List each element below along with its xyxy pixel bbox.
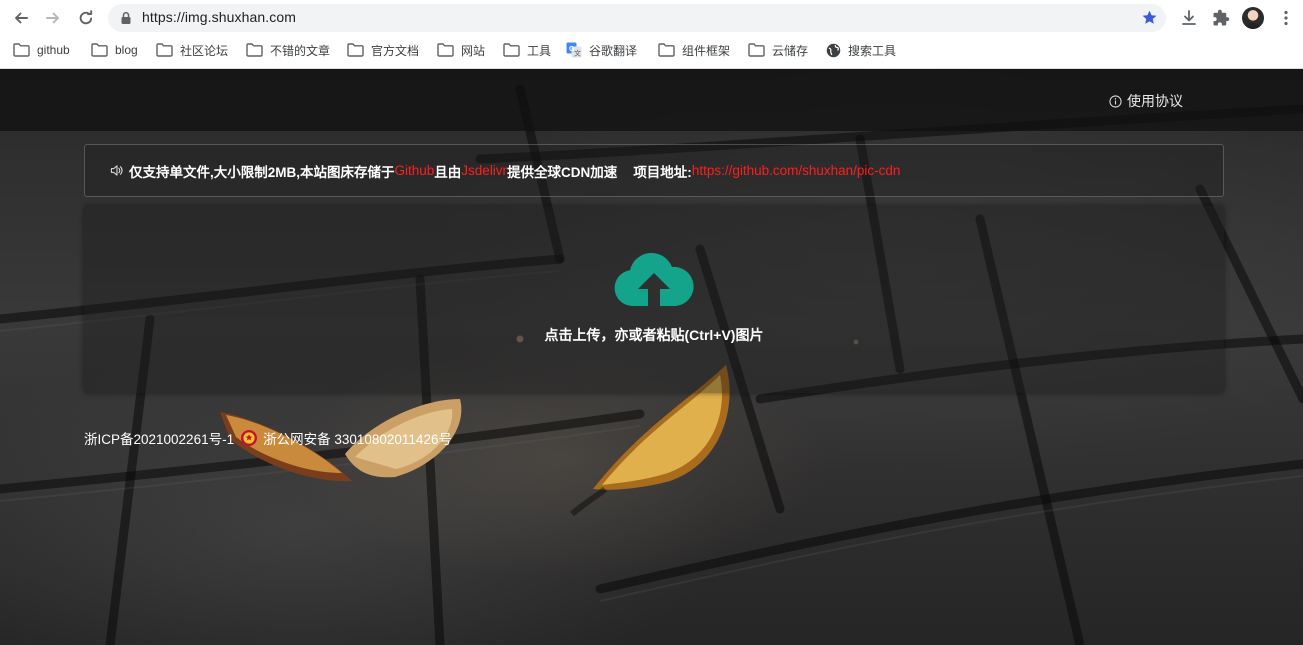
cloud-upload-icon[interactable]	[612, 250, 696, 310]
bookmark-item[interactable]: 网站	[437, 41, 485, 59]
google-translate-icon: G文	[566, 42, 582, 58]
bookmark-label: 官方文档	[371, 43, 420, 58]
project-label: 项目地址:	[633, 164, 692, 180]
download-button[interactable]	[1177, 6, 1201, 30]
bookmark-item[interactable]: 社区论坛	[156, 41, 228, 59]
bookmark-label: 网站	[461, 43, 486, 58]
bookmark-label: 不错的文章	[270, 43, 331, 58]
usage-agreement-link[interactable]: 使用协议	[1109, 91, 1183, 111]
github-link[interactable]: Github	[395, 163, 435, 178]
folder-icon	[347, 43, 364, 57]
upload-hint: 点击上传，亦或者粘贴(Ctrl+V)图片	[544, 327, 764, 343]
bookmark-item[interactable]: 官方文档	[347, 41, 419, 59]
puzzle-icon	[1213, 9, 1230, 26]
bookmark-label: github	[37, 43, 70, 57]
bookmark-item[interactable]: github	[13, 41, 70, 59]
page-content: 使用协议 仅支持单文件,大小限制2MB,本站图床存储于 Github 且由 Js…	[0, 69, 1303, 645]
folder-icon	[658, 43, 675, 57]
bookmark-item[interactable]: 工具	[503, 41, 551, 59]
more-vertical-icon	[1284, 10, 1288, 26]
bookmarks-bar: github blog 社区论坛 不错的文章 官方文档 网站 工具 G 文谷歌翻译 组件框架 云储存…	[0, 36, 1303, 64]
menu-button[interactable]	[1274, 6, 1298, 30]
notice-text-3: 提供全球CDN加速	[507, 164, 618, 180]
notice-bar: 仅支持单文件,大小限制2MB,本站图床存储于 Github 且由 Jsdeliv…	[84, 144, 1224, 197]
bookmark-label: 社区论坛	[180, 43, 229, 58]
forward-button[interactable]	[41, 6, 65, 30]
upload-dropzone[interactable]: 点击上传，亦或者粘贴(Ctrl+V)图片	[84, 206, 1224, 393]
site-header: 使用协议	[0, 69, 1303, 131]
footer: 浙ICP备2021002261号-1 浙公网安备 33010802011426号	[84, 428, 452, 448]
icp-link[interactable]: 浙ICP备2021002261号-1	[84, 428, 234, 448]
reload-button[interactable]	[74, 6, 98, 30]
bookmark-label: blog	[115, 43, 138, 57]
folder-icon	[748, 43, 765, 57]
folder-icon	[91, 43, 108, 57]
bookmark-label: 工具	[527, 43, 552, 58]
project-url-link[interactable]: https://github.com/shuxhan/pic-cdn	[692, 163, 901, 178]
folder-icon	[503, 43, 520, 57]
info-circle-icon	[1109, 94, 1122, 108]
lock-icon	[121, 11, 131, 24]
avatar	[1242, 7, 1264, 29]
bookmark-item[interactable]: 不错的文章	[246, 41, 330, 59]
download-icon	[1182, 10, 1196, 25]
usage-agreement-label: 使用协议	[1127, 93, 1183, 109]
reload-icon	[79, 10, 93, 25]
bookmark-star-icon[interactable]	[1141, 9, 1158, 26]
folder-icon	[437, 43, 454, 57]
arrow-left-icon	[15, 12, 28, 24]
address-bar[interactable]: https://img.shuxhan.com	[108, 4, 1166, 32]
bookmark-item[interactable]: 搜索工具	[826, 41, 896, 59]
browser-chrome: https://img.shuxhan.com github blog 社区论坛…	[0, 0, 1303, 69]
profile-button[interactable]	[1241, 6, 1265, 30]
bookmark-label: 搜索工具	[848, 43, 897, 58]
svg-text:文: 文	[574, 49, 581, 58]
folder-icon	[13, 43, 30, 57]
police-record-link[interactable]: 浙公网安备 33010802011426号	[263, 428, 452, 448]
notice-text-2: 且由	[434, 164, 462, 180]
folder-icon	[246, 43, 263, 57]
back-button[interactable]	[9, 6, 33, 30]
bookmark-label: 组件框架	[682, 43, 731, 58]
notice-text-1: 仅支持单文件,大小限制2MB,本站图床存储于	[129, 164, 395, 180]
bookmark-item[interactable]: 组件框架	[658, 41, 730, 59]
bookmark-label: 谷歌翻译	[589, 43, 638, 58]
bookmark-item[interactable]: blog	[91, 41, 138, 59]
folder-icon	[156, 43, 173, 57]
bookmark-label: 云储存	[772, 43, 809, 58]
extensions-button[interactable]	[1209, 6, 1233, 30]
bookmark-item[interactable]: 云储存	[748, 41, 808, 59]
globe-icon	[826, 43, 841, 58]
url-text: https://img.shuxhan.com	[142, 9, 297, 25]
arrow-right-icon	[46, 12, 59, 24]
bookmark-item[interactable]: G 文谷歌翻译	[566, 41, 637, 59]
police-emblem-icon	[240, 429, 258, 447]
browser-toolbar: https://img.shuxhan.com	[0, 0, 1303, 36]
jsdelivr-link[interactable]: Jsdelivr	[461, 163, 507, 178]
speaker-icon	[110, 164, 123, 177]
